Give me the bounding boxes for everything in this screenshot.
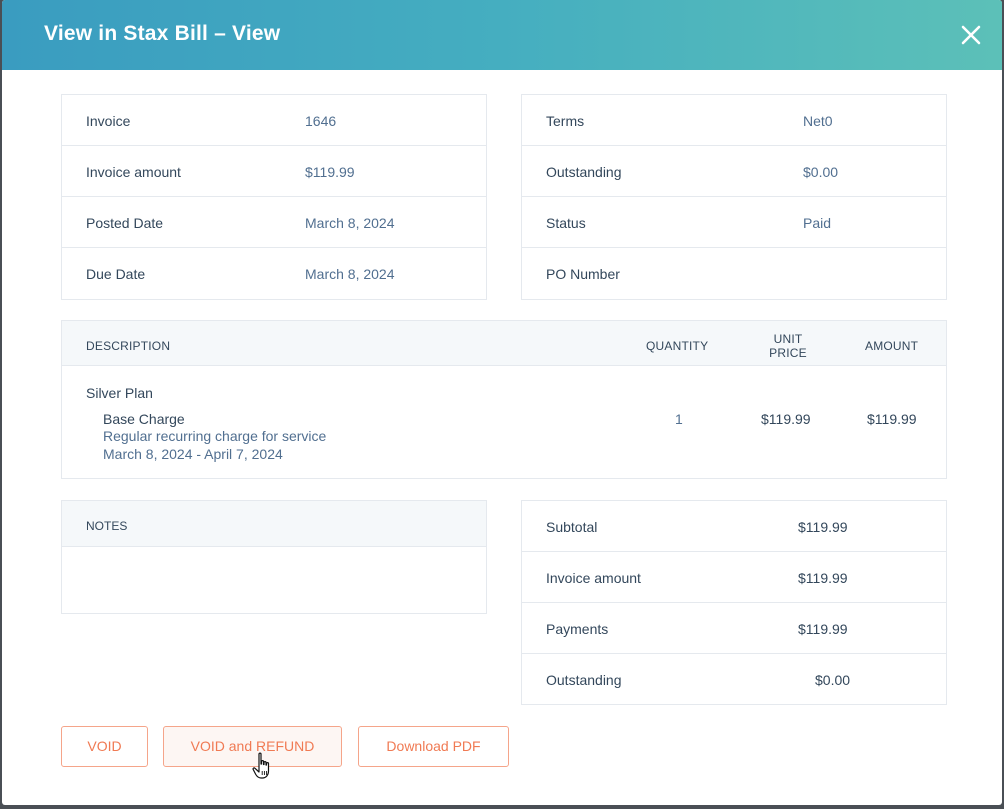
kv-label: PO Number — [546, 266, 620, 282]
status-row: Status Paid — [522, 197, 946, 248]
kv-value: 1646 — [305, 113, 337, 129]
item-amount: $119.99 — [867, 411, 917, 427]
subtotal-row: Subtotal $119.99 — [522, 501, 946, 552]
kv-label: Subtotal — [546, 519, 598, 535]
due-date-row: Due Date March 8, 2024 — [62, 248, 486, 299]
kv-value: March 8, 2024 — [305, 266, 395, 282]
modal-title: View in Stax Bill – View — [44, 22, 281, 45]
posted-date-row: Posted Date March 8, 2024 — [62, 197, 486, 248]
notes-title: NOTES — [86, 519, 128, 533]
column-header-unit-price: UNIT PRICE — [767, 332, 809, 360]
notes-card: NOTES — [61, 500, 487, 614]
status-value: Paid — [803, 215, 832, 231]
charge-period: March 8, 2024 - April 7, 2024 — [103, 446, 283, 462]
kv-label: Invoice amount — [86, 164, 181, 180]
column-header-amount: AMOUNT — [865, 339, 919, 353]
column-header-quantity: QUANTITY — [646, 339, 709, 353]
total-invoice-amount-row: Invoice amount $119.99 — [522, 552, 946, 603]
kv-label: Due Date — [86, 266, 146, 282]
kv-value: March 8, 2024 — [305, 215, 395, 231]
po-number-row: PO Number — [522, 248, 946, 299]
modal-header: View in Stax Bill – View — [2, 0, 1002, 70]
kv-value: $0.00 — [815, 672, 851, 688]
close-icon — [961, 25, 981, 45]
table-header: DESCRIPTION QUANTITY UNIT PRICE AMOUNT — [62, 321, 946, 366]
notes-header: NOTES — [62, 501, 486, 547]
kv-label: Invoice amount — [546, 570, 641, 586]
kv-value: $119.99 — [798, 621, 848, 637]
kv-value: $0.00 — [803, 164, 839, 180]
void-button[interactable]: VOID — [61, 726, 148, 767]
kv-value: $119.99 — [798, 570, 848, 586]
invoice-number-row: Invoice 1646 — [62, 95, 486, 146]
column-header-unit-price-line2: PRICE — [769, 346, 807, 360]
column-header-description: DESCRIPTION — [86, 339, 171, 353]
kv-value: $119.99 — [798, 519, 848, 535]
kv-value: $119.99 — [305, 164, 355, 180]
column-header-unit-price-line1: UNIT — [773, 332, 803, 346]
terms-row: Terms Net0 — [522, 95, 946, 146]
kv-label: Payments — [546, 621, 609, 637]
kv-label: Outstanding — [546, 672, 622, 688]
payments-row: Payments $119.99 — [522, 603, 946, 654]
invoice-details-card: Invoice 1646 Invoice amount $119.99 Post… — [61, 94, 487, 300]
invoice-amount-row: Invoice amount $119.99 — [62, 146, 486, 197]
close-button[interactable] — [958, 22, 984, 48]
totals-card: Subtotal $119.99 Invoice amount $119.99 … — [521, 500, 947, 705]
kv-value: Net0 — [803, 113, 833, 129]
download-pdf-button[interactable]: Download PDF — [358, 726, 509, 767]
total-outstanding-row: Outstanding $0.00 — [522, 654, 946, 705]
kv-label: Terms — [546, 113, 585, 129]
item-unit-price: $119.99 — [761, 411, 811, 427]
plan-name: Silver Plan — [86, 385, 153, 401]
charge-name: Base Charge — [103, 411, 185, 427]
outstanding-row: Outstanding $0.00 — [522, 146, 946, 197]
kv-label: Invoice — [86, 113, 131, 129]
line-items-table: DESCRIPTION QUANTITY UNIT PRICE AMOUNT S… — [61, 320, 947, 479]
kv-label: Status — [546, 215, 586, 231]
item-quantity: 1 — [675, 411, 683, 427]
hand-pointer-icon — [252, 752, 270, 779]
charge-description: Regular recurring charge for service — [103, 428, 327, 444]
kv-label: Outstanding — [546, 164, 622, 180]
kv-label: Posted Date — [86, 215, 164, 231]
invoice-status-card: Terms Net0 Outstanding $0.00 Status Paid… — [521, 94, 947, 300]
invoice-modal: View in Stax Bill – View Invoice 1646 In… — [2, 0, 1002, 805]
